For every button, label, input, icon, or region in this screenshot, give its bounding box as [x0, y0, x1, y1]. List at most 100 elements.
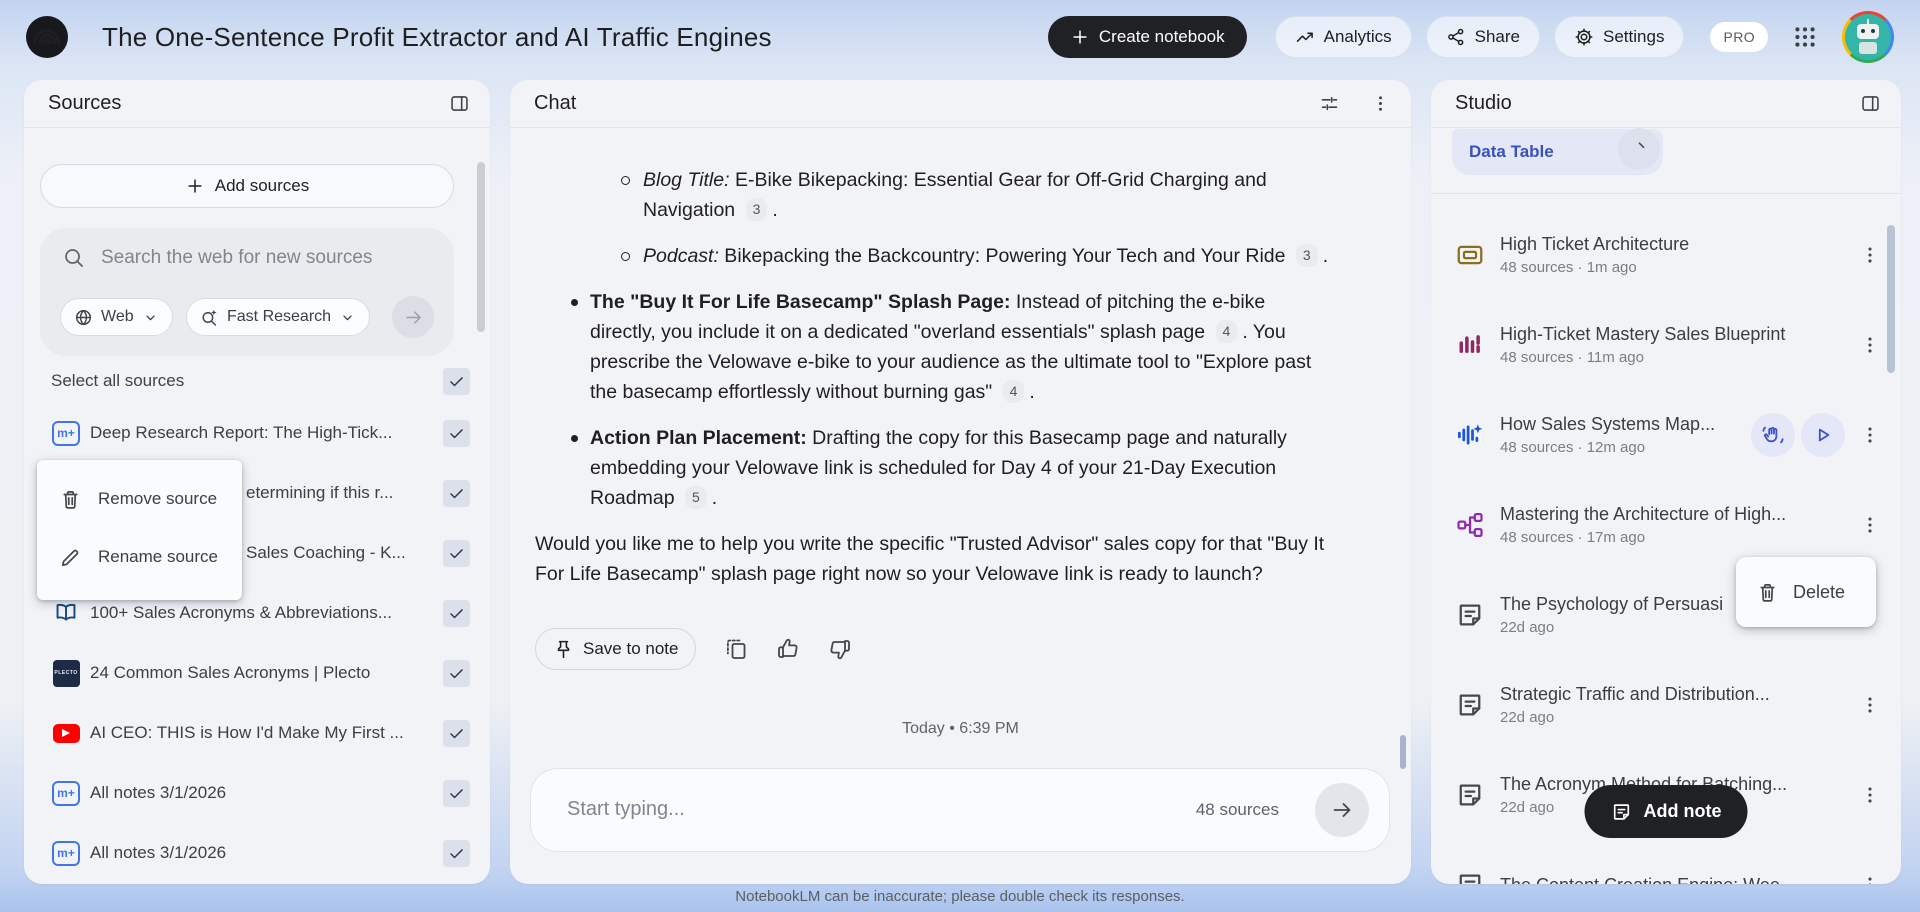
studio-item-row[interactable]: How Sales Systems Map... 48 sources · 12m…: [1455, 407, 1881, 463]
web-search-card: Search the web for new sources Web Fast …: [40, 228, 454, 356]
source-row[interactable]: PLECTO 24 Common Sales Acronyms | Plecto: [52, 649, 470, 697]
add-note-button[interactable]: Add note: [1584, 785, 1748, 838]
studio-item-title: Mastering the Architecture of High...: [1500, 504, 1787, 524]
chat-input-box[interactable]: Start typing... 48 sources: [530, 768, 1390, 852]
hand-wave-button[interactable]: [1751, 413, 1795, 457]
studio-item-row[interactable]: The Content Creation Engine: Wee...: [1455, 857, 1881, 884]
note-m-plus-icon: m+: [52, 780, 80, 806]
research-mode-dropdown[interactable]: Fast Research: [186, 298, 371, 336]
plecto-logo-icon: PLECTO: [52, 659, 80, 687]
remove-source-menu-item[interactable]: Remove source: [37, 470, 242, 528]
create-notebook-button[interactable]: Create notebook: [1047, 16, 1247, 58]
kebab-menu-icon[interactable]: [1859, 874, 1881, 884]
search-input[interactable]: Search the web for new sources: [62, 246, 434, 269]
note-icon: [1455, 870, 1485, 884]
table-cards-icon: [1455, 240, 1485, 270]
data-table-chip[interactable]: Data Table: [1452, 128, 1663, 175]
chevron-down-icon: [339, 309, 356, 326]
chat-scrollbar[interactable]: [1400, 735, 1406, 769]
kebab-menu-icon[interactable]: [1859, 694, 1881, 716]
studio-item-row[interactable]: High-Ticket Mastery Sales Blueprint 48 so…: [1455, 317, 1881, 373]
thumb-down-icon[interactable]: [828, 637, 852, 661]
kebab-menu-icon[interactable]: [1370, 93, 1391, 114]
data-table-more-button[interactable]: [1618, 128, 1660, 170]
studio-item-meta: 22d ago: [1500, 709, 1555, 726]
source-checkbox[interactable]: [443, 779, 470, 807]
source-checkbox[interactable]: [443, 839, 470, 867]
citation-chip[interactable]: 4: [1002, 380, 1025, 403]
source-title: All notes 3/1/2026: [90, 783, 227, 802]
source-checkbox[interactable]: [443, 659, 470, 687]
studio-item-row[interactable]: High Ticket Architecture 48 sources · 1m …: [1455, 227, 1881, 283]
studio-panel: Studio Data Table High Ticket Architectu…: [1431, 80, 1901, 884]
chat-block-sub-bullet: Blog Title: E-Bike Bikepacking: Essentia…: [535, 165, 1335, 225]
send-message-button[interactable]: [1315, 783, 1369, 837]
research-chip-label: Fast Research: [227, 308, 332, 325]
studio-panel-header: Studio: [1431, 80, 1901, 128]
kebab-menu-icon[interactable]: [1859, 514, 1881, 536]
source-checkbox[interactable]: [443, 479, 470, 507]
youtube-icon: [52, 723, 80, 743]
play-button[interactable]: [1801, 413, 1845, 457]
plus-icon: [1070, 27, 1090, 47]
save-to-note-button[interactable]: Save to note: [535, 628, 697, 670]
citation-chip[interactable]: 5: [684, 486, 707, 509]
studio-item-title: Strategic Traffic and Distribution...: [1500, 684, 1770, 704]
kebab-menu-icon[interactable]: [1859, 334, 1881, 356]
collapse-panel-icon[interactable]: [449, 93, 470, 114]
studio-item-row[interactable]: Strategic Traffic and Distribution... 22d…: [1455, 677, 1881, 733]
citation-chip[interactable]: 3: [1295, 244, 1318, 267]
remove-source-label: Remove source: [98, 489, 218, 508]
tune-icon[interactable]: [1319, 93, 1340, 114]
kebab-menu-icon[interactable]: [1859, 424, 1881, 446]
trash-icon: [59, 488, 82, 511]
web-source-dropdown[interactable]: Web: [60, 298, 173, 336]
collapse-panel-icon[interactable]: [1860, 93, 1881, 114]
copy-icon[interactable]: [724, 637, 748, 661]
user-avatar[interactable]: [1842, 11, 1894, 63]
citation-chip[interactable]: 4: [1215, 320, 1238, 343]
thumb-up-icon[interactable]: [776, 637, 800, 661]
add-sources-button[interactable]: Add sources: [40, 164, 454, 208]
sources-count-badge: 48 sources: [1195, 800, 1279, 819]
source-checkbox[interactable]: [443, 719, 470, 747]
source-title: 100+ Sales Acronyms & Abbreviations...: [90, 603, 392, 622]
list-marker: [571, 299, 578, 306]
studio-item-title: How Sales Systems Map...: [1500, 414, 1716, 434]
note-icon: [1455, 690, 1485, 720]
source-row[interactable]: m+ All notes 3/1/2026: [52, 769, 470, 817]
studio-item-row[interactable]: Mastering the Architecture of High... 48 …: [1455, 497, 1881, 553]
add-note-label: Add note: [1643, 801, 1722, 821]
notebook-title: The One-Sentence Profit Extractor and AI…: [102, 21, 772, 52]
source-context-menu: Remove source Rename source: [37, 460, 242, 600]
chip-stub-icon: [1629, 139, 1649, 159]
avatar-robot-image: [1845, 14, 1891, 60]
select-all-checkbox[interactable]: [443, 367, 470, 395]
studio-scrollbar[interactable]: [1887, 225, 1895, 373]
analytics-button[interactable]: Analytics: [1274, 16, 1412, 58]
trending-up-icon: [1295, 27, 1315, 47]
kebab-menu-icon[interactable]: [1859, 244, 1881, 266]
list-marker: [571, 435, 578, 442]
citation-chip[interactable]: 3: [745, 198, 768, 221]
book-logo-icon: [52, 600, 80, 626]
kebab-menu-icon[interactable]: [1859, 784, 1881, 806]
settings-button[interactable]: Settings: [1554, 16, 1685, 58]
sources-scrollbar[interactable]: [477, 162, 485, 332]
source-row[interactable]: AI CEO: THIS is How I'd Make My First ..…: [52, 709, 470, 757]
source-title: Deep Research Report: The High-Tick...: [90, 423, 393, 442]
delete-menu-label: Delete: [1793, 581, 1846, 602]
app-header: The One-Sentence Profit Extractor and AI…: [0, 0, 1920, 74]
source-checkbox[interactable]: [443, 539, 470, 567]
source-row[interactable]: m+ All notes 3/1/2026: [52, 829, 470, 877]
source-checkbox[interactable]: [443, 419, 470, 447]
rename-source-menu-item[interactable]: Rename source: [37, 528, 242, 586]
search-submit-button[interactable]: [392, 296, 434, 338]
apps-grid-icon[interactable]: [1792, 24, 1818, 50]
studio-context-menu[interactable]: Delete: [1736, 557, 1876, 627]
source-row[interactable]: m+ Deep Research Report: The High-Tick...: [52, 409, 470, 457]
studio-item-title: High-Ticket Mastery Sales Blueprint: [1500, 324, 1786, 344]
source-checkbox[interactable]: [443, 599, 470, 627]
share-button[interactable]: Share: [1425, 16, 1541, 58]
notebooklm-logo-icon[interactable]: [26, 16, 68, 58]
